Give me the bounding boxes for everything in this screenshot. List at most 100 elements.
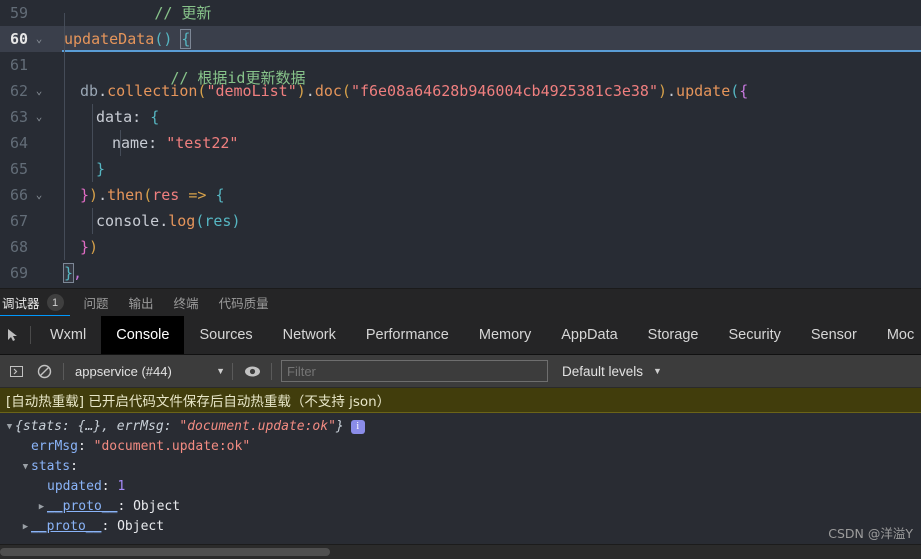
tab-label: Wxml	[50, 327, 87, 343]
line-gutter: 67 ⌄	[0, 208, 52, 234]
then-token: then	[107, 186, 144, 204]
code-line[interactable]: 68 ⌄ })	[0, 234, 921, 260]
panel-tab-problems[interactable]: 问题	[74, 289, 119, 316]
console-output[interactable]: ▼ {stats: {…}, errMsg: "document.update:o…	[0, 413, 921, 544]
console-token: :	[117, 499, 134, 514]
code-content: }	[52, 156, 921, 182]
tab-mock[interactable]: Moc	[872, 316, 921, 354]
panel-tab-output[interactable]: 输出	[119, 289, 164, 316]
code-content: console.log(res)	[52, 208, 921, 234]
tab-appdata[interactable]: AppData	[546, 316, 632, 354]
console-output-row[interactable]: ▼errMsg: "document.update:ok"	[0, 437, 921, 457]
console-output-row[interactable]: ▼ {stats: {…}, errMsg: "document.update:o…	[0, 417, 921, 437]
tab-label: Security	[728, 327, 781, 343]
tab-label: Storage	[647, 327, 699, 343]
code-editor[interactable]: 59 ⌄ // 更新 60 ⌄ updateData() { 61	[0, 0, 921, 288]
panel-tab-debugger[interactable]: 调试器 1	[0, 289, 74, 316]
toolbar-divider	[271, 362, 272, 380]
res-arg-token: res	[204, 212, 232, 230]
console-output-row[interactable]: ▶ __proto__: Object	[0, 497, 921, 517]
line-number: 59	[9, 4, 28, 22]
panel-tab-badge: 1	[46, 294, 64, 311]
inspect-element-icon[interactable]	[0, 316, 26, 354]
code-line[interactable]: 62 ⌄ db.collection("demoList").doc("f6e0…	[0, 78, 921, 104]
code-content: name: "test22"	[52, 130, 921, 156]
collapse-triangle-icon[interactable]: ▼	[4, 417, 15, 437]
chevron-down-icon: ▼	[216, 366, 225, 376]
code-lines-container: 59 ⌄ // 更新 60 ⌄ updateData() { 61	[0, 0, 921, 286]
code-line[interactable]: 69 ⌄ },	[0, 260, 921, 286]
line-number: 68	[9, 238, 28, 256]
collection-name-token: demoList	[215, 82, 288, 100]
data-key-token: data	[96, 108, 133, 126]
info-badge-icon[interactable]: i	[350, 420, 365, 434]
collapse-triangle-icon[interactable]: ▼	[20, 457, 31, 477]
line-gutter: 66 ⌄	[0, 182, 52, 208]
tab-label: Console	[116, 327, 170, 343]
tab-label: Sensor	[810, 327, 857, 343]
panel-tab-code-quality[interactable]: 代码质量	[209, 289, 279, 316]
filter-input[interactable]	[281, 360, 548, 382]
line-gutter: 68 ⌄	[0, 234, 52, 260]
expand-triangle-icon[interactable]: ▶	[36, 497, 47, 517]
tab-label: AppData	[561, 327, 618, 343]
name-key-token: name	[112, 134, 149, 152]
expand-triangle-icon[interactable]: ▶	[20, 517, 31, 537]
console-token: :	[101, 519, 118, 534]
res-param-token: res	[152, 186, 180, 204]
fold-chevron-icon[interactable]: ⌄	[30, 104, 48, 130]
code-content: db.collection("demoList").doc("f6e08a646…	[52, 78, 921, 104]
code-content: })	[52, 234, 921, 260]
console-token: __proto__	[47, 499, 118, 514]
console-token: "document.update:ok"	[179, 419, 336, 434]
toolbar-divider	[232, 362, 233, 380]
panel-tab-label: 调试器	[2, 296, 40, 311]
toolbar-divider	[63, 362, 64, 380]
tab-console[interactable]: Console	[101, 316, 185, 354]
tab-label: Network	[282, 327, 336, 343]
line-gutter: 64 ⌄	[0, 130, 52, 156]
tab-wxml[interactable]: Wxml	[35, 316, 101, 354]
code-line[interactable]: 61 ⌄ // 根据id更新数据	[0, 13, 921, 117]
tab-memory[interactable]: Memory	[464, 316, 546, 354]
clear-console-icon[interactable]	[32, 359, 56, 383]
code-line[interactable]: 67 ⌄ console.log(res)	[0, 208, 921, 234]
console-sidebar-icon[interactable]	[4, 359, 28, 383]
panel-tab-label: 代码质量	[218, 296, 269, 311]
code-content: }).then(res => {	[52, 182, 921, 208]
console-token: updated	[47, 479, 102, 494]
line-gutter: 60 ⌄	[0, 26, 52, 52]
tab-sensor[interactable]: Sensor	[796, 316, 872, 354]
bracket-match-token: }	[62, 263, 75, 283]
toolbar-divider	[30, 326, 31, 344]
tab-performance[interactable]: Performance	[351, 316, 464, 354]
code-line[interactable]: 64 ⌄ name: "test22"	[0, 130, 921, 156]
console-token: Object	[117, 519, 165, 534]
devtools-tab-bar: Wxml Console Sources Network Performance…	[0, 316, 921, 355]
tab-sources[interactable]: Sources	[184, 316, 267, 354]
line-number: 63	[9, 108, 28, 126]
console-token: :	[77, 439, 94, 454]
fold-chevron-icon[interactable]: ⌄	[30, 78, 48, 104]
console-output-row[interactable]: ▼updated: 1	[0, 477, 921, 497]
eye-icon[interactable]	[240, 359, 264, 383]
fold-chevron-icon[interactable]: ⌄	[30, 182, 48, 208]
scrollbar-thumb[interactable]	[0, 548, 330, 556]
code-line[interactable]: 65 ⌄ }	[0, 156, 921, 182]
tab-security[interactable]: Security	[713, 316, 795, 354]
fold-chevron-icon[interactable]: ⌄	[30, 26, 48, 52]
console-output-row[interactable]: ▶ __proto__: Object	[0, 517, 921, 537]
console-context-select[interactable]: appservice (#44) ▼	[69, 360, 227, 382]
tab-network[interactable]: Network	[268, 316, 351, 354]
line-gutter: 65 ⌄	[0, 156, 52, 182]
panel-tab-terminal[interactable]: 终端	[164, 289, 209, 316]
tab-storage[interactable]: Storage	[633, 316, 714, 354]
line-gutter: 59 ⌄	[0, 0, 52, 26]
horizontal-scrollbar[interactable]	[0, 544, 921, 559]
code-line[interactable]: 63 ⌄ data: {	[0, 104, 921, 130]
console-output-row[interactable]: ▼ stats:	[0, 457, 921, 477]
log-levels-select[interactable]: Default levels ▼	[562, 364, 662, 379]
panel-tab-label: 终端	[173, 296, 199, 311]
code-line[interactable]: 66 ⌄ }).then(res => {	[0, 182, 921, 208]
hot-reload-warning-banner: [自动热重载] 已开启代码文件保存后自动热重载（不支持 json）	[0, 388, 921, 413]
